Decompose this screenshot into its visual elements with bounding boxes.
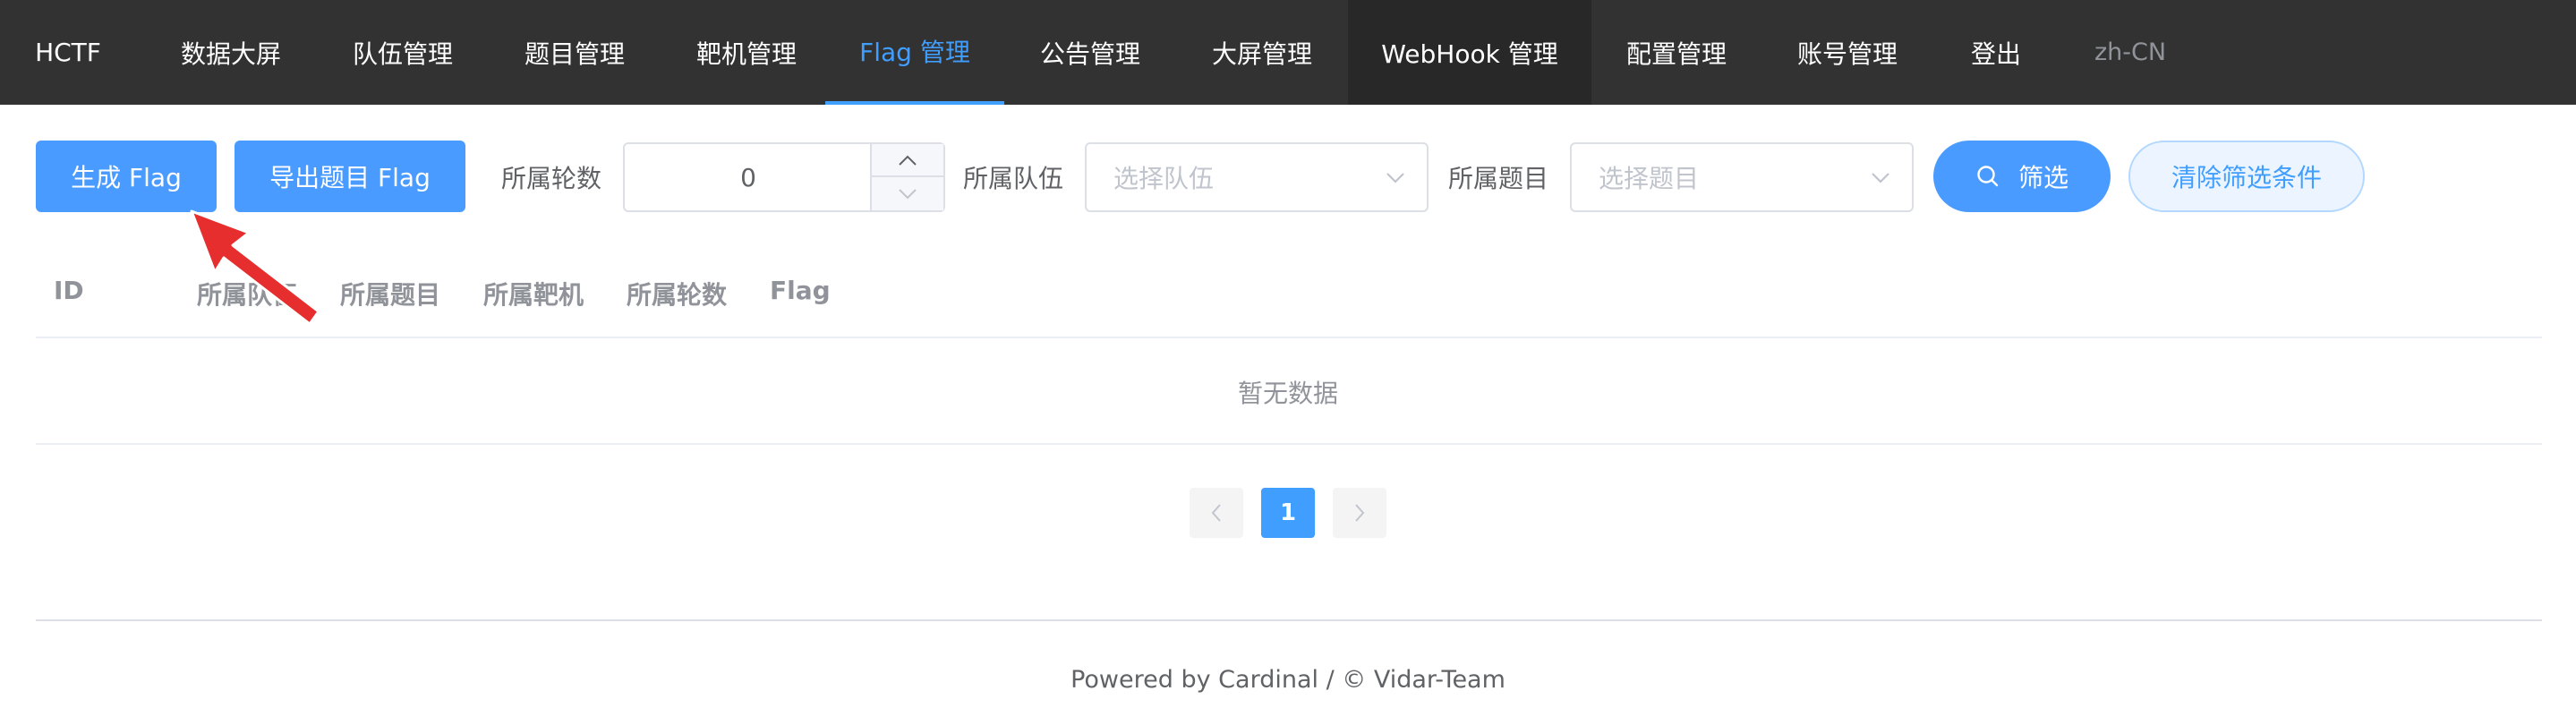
- challenge-select-placeholder: 选择题目: [1599, 164, 1700, 193]
- nav-item-gameboxes[interactable]: 靶机管理: [670, 0, 823, 105]
- table-bottom-divider: [36, 443, 2542, 445]
- nav-item-webhook[interactable]: WebHook 管理: [1348, 0, 1591, 105]
- top-nav-bar: HCTF 数据大屏 队伍管理 题目管理 靶机管理 Flag 管理 公告管理 大屏…: [0, 0, 2576, 105]
- column-header-flag[interactable]: Flag: [770, 276, 831, 311]
- nav-item-challenges[interactable]: 题目管理: [498, 0, 652, 105]
- prev-page-button[interactable]: [1190, 488, 1243, 538]
- challenge-select[interactable]: 选择题目: [1570, 142, 1914, 212]
- nav-item-screens[interactable]: 大屏管理: [1176, 0, 1348, 105]
- chevron-up-icon: [899, 155, 917, 166]
- column-header-id[interactable]: ID: [54, 276, 84, 311]
- table-header-divider: [36, 337, 2542, 338]
- nav-item-accounts[interactable]: 账号管理: [1761, 0, 1933, 105]
- challenge-label: 所属题目: [1448, 164, 1549, 193]
- increase-button[interactable]: [872, 144, 943, 177]
- nav-item-bulletins[interactable]: 公告管理: [1004, 0, 1176, 105]
- round-value[interactable]: 0: [625, 144, 872, 210]
- column-header-gamebox[interactable]: 所属靶机: [483, 276, 584, 311]
- page-button-current[interactable]: 1: [1261, 488, 1315, 538]
- nav-item-dashboard[interactable]: 数据大屏: [154, 0, 308, 105]
- team-select[interactable]: 选择队伍: [1085, 142, 1429, 212]
- chevron-down-icon: [899, 188, 917, 199]
- chevron-left-icon: [1211, 504, 1221, 522]
- next-page-button[interactable]: [1333, 488, 1386, 538]
- column-header-challenge[interactable]: 所属题目: [340, 276, 440, 311]
- language-switcher[interactable]: zh-CN: [2059, 0, 2202, 105]
- export-challenge-flag-button[interactable]: 导出题目 Flag: [235, 141, 465, 212]
- search-icon: [1977, 166, 1999, 187]
- chevron-down-icon: [1386, 173, 1404, 183]
- filter-button-label: 筛选: [2017, 163, 2068, 192]
- chevron-right-icon: [1355, 504, 1365, 522]
- generate-flag-button[interactable]: 生成 Flag: [36, 141, 217, 212]
- team-select-placeholder: 选择队伍: [1113, 164, 1215, 193]
- nav-item-flags[interactable]: Flag 管理: [825, 0, 1004, 105]
- chevron-down-icon: [1872, 173, 1889, 183]
- footer-text: Powered by Cardinal / © Vidar-Team: [1070, 666, 1506, 694]
- nav-item-teams[interactable]: 队伍管理: [326, 0, 480, 105]
- filter-button[interactable]: 筛选: [1933, 141, 2111, 212]
- team-label: 所属队伍: [963, 164, 1064, 193]
- annotation-arrow-icon: [190, 209, 320, 326]
- round-stepper-controls: [870, 144, 943, 210]
- clear-filters-button[interactable]: 清除筛选条件: [2128, 141, 2365, 212]
- nav-item-logout[interactable]: 登出: [1933, 0, 2059, 105]
- nav-item-config[interactable]: 配置管理: [1591, 0, 1761, 105]
- round-stepper[interactable]: 0: [623, 142, 945, 212]
- column-header-round[interactable]: 所属轮数: [627, 276, 727, 311]
- nav-item-home[interactable]: HCTF: [0, 0, 136, 105]
- round-label: 所属轮数: [501, 164, 602, 193]
- table-empty-text: 暂无数据: [1237, 379, 1338, 408]
- decrease-button[interactable]: [872, 177, 943, 210]
- footer-divider: [36, 619, 2542, 621]
